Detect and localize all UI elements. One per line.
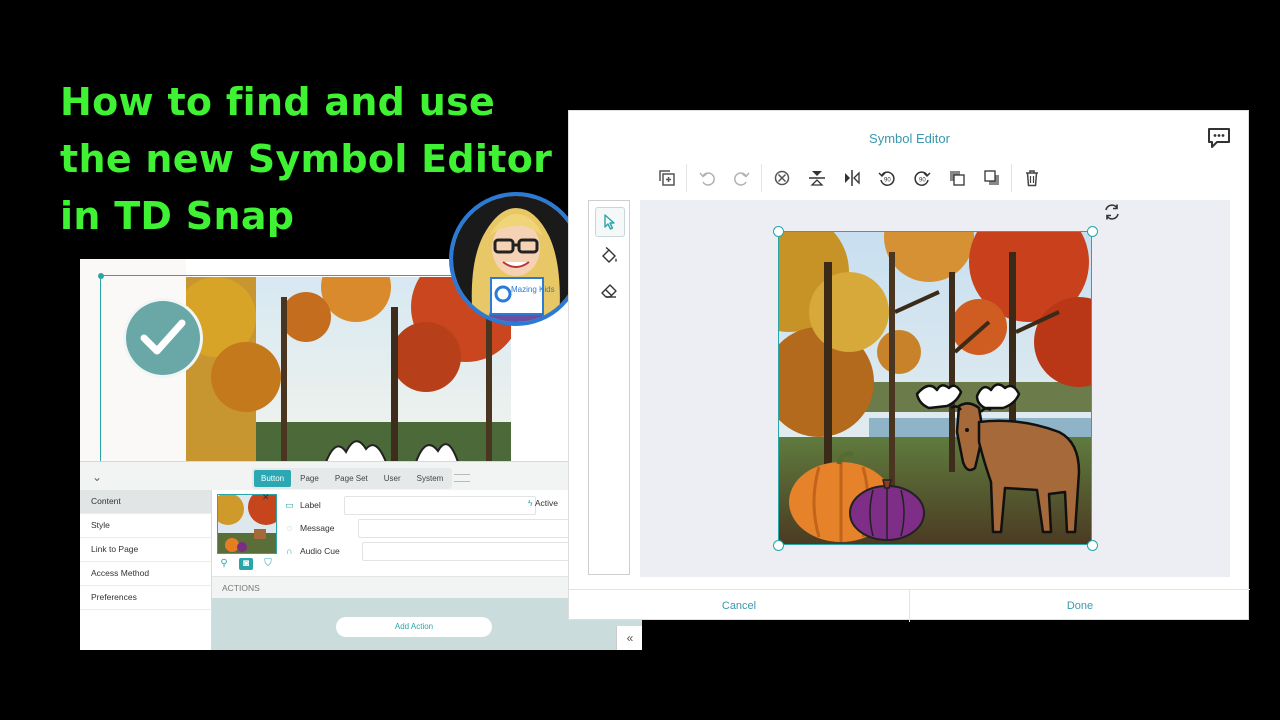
button-symbol-preview[interactable]	[186, 277, 511, 462]
tab-page-set[interactable]: Page Set	[328, 470, 375, 487]
sidebar-item-content[interactable]: Content	[80, 490, 211, 514]
rotate-handle-icon[interactable]	[1103, 203, 1121, 226]
expand-panel-icon[interactable]: «	[616, 626, 642, 650]
symbol-image[interactable]	[778, 231, 1092, 545]
resize-handle-top-left[interactable]	[773, 226, 784, 237]
audio-cue-caption: Audio Cue	[300, 546, 340, 556]
add-action-button[interactable]: Add Action	[336, 617, 492, 637]
bring-forward-icon[interactable]	[939, 163, 974, 193]
sidebar-item-preferences[interactable]: Preferences	[80, 586, 211, 610]
symbol-editor-toolbar: 90 90	[649, 163, 1049, 193]
resize-handle-top-right[interactable]	[1087, 226, 1098, 237]
tab-page[interactable]: Page	[293, 470, 326, 487]
td-snap-button-editor: ⌄ Button Page Page Set User System Conte…	[80, 259, 642, 650]
flip-vertical-icon[interactable]	[799, 163, 834, 193]
done-button[interactable]: Done	[910, 590, 1250, 622]
chat-bubble-icon[interactable]	[1207, 127, 1231, 154]
sidebar-item-style[interactable]: Style	[80, 514, 211, 538]
paint-bucket-icon[interactable]: ⛉	[262, 558, 274, 570]
remove-symbol-icon[interactable]: ✕	[262, 492, 270, 503]
speech-bubble-icon: ◌	[286, 522, 293, 533]
active-label: Active	[534, 498, 559, 508]
message-caption: Message	[300, 523, 335, 533]
selection-handle[interactable]	[98, 273, 104, 279]
redo-icon[interactable]	[724, 163, 759, 193]
lightning-icon: ϟ	[528, 498, 533, 508]
sidebar-item-link-to-page[interactable]: Link to Page	[80, 538, 211, 562]
rotate-right-icon[interactable]: 90	[904, 163, 939, 193]
paint-bucket-icon[interactable]	[595, 242, 623, 270]
resize-handle-bottom-left[interactable]	[773, 540, 784, 551]
toolbar-divider	[686, 164, 687, 192]
toolbar-divider	[1011, 164, 1012, 192]
duplicate-icon[interactable]	[649, 163, 684, 193]
headphones-icon: ∩	[286, 545, 293, 556]
svg-text:90: 90	[884, 178, 891, 184]
label-row: ▭ Label	[284, 495, 536, 515]
label-icon: ▭	[285, 499, 294, 510]
delete-icon[interactable]	[1014, 163, 1049, 193]
property-tabs: Button Page Page Set User System	[252, 468, 453, 489]
rotate-left-icon[interactable]: 90	[869, 163, 904, 193]
tab-user[interactable]: User	[377, 470, 408, 487]
symbol-canvas[interactable]	[640, 200, 1230, 577]
headline-line-2: the new Symbol Editor	[60, 137, 553, 181]
sidebar-item-access-method[interactable]: Access Method	[80, 562, 211, 586]
symbol-editor-title: Symbol Editor	[869, 131, 950, 146]
send-backward-icon[interactable]	[974, 163, 1009, 193]
camera-icon[interactable]: ◙	[239, 558, 253, 570]
headline-line-1: How to find and use	[60, 80, 496, 124]
button-properties-panel: ⌄ Button Page Page Set User System Conte…	[80, 461, 642, 650]
drag-handle-icon[interactable]	[454, 474, 470, 482]
symbol-source-icons: ⚲ ◙ ⛉	[218, 558, 274, 570]
label-field[interactable]	[344, 495, 536, 515]
svg-text:90: 90	[919, 178, 926, 184]
active-toggle[interactable]: ϟ Active	[528, 498, 558, 508]
avatar-badge-text: Mazing Kids	[511, 285, 555, 294]
teacher-avatar-icon: Mazing Kids	[449, 192, 583, 326]
tab-system[interactable]: System	[410, 470, 451, 487]
eraser-icon[interactable]	[595, 277, 623, 305]
undo-icon[interactable]	[689, 163, 724, 193]
collapse-chevron-icon[interactable]: ⌄	[92, 470, 102, 484]
check-icon	[126, 301, 200, 375]
select-pointer-icon[interactable]	[595, 207, 625, 237]
dialog-footer: Cancel Done	[569, 589, 1250, 622]
label-caption: Label	[300, 500, 321, 510]
symbol-editor-dialog: Symbol Editor 90 90 Cancel Done	[568, 110, 1250, 622]
toolbar-divider	[761, 164, 762, 192]
symbol-thumbnail[interactable]	[217, 494, 277, 554]
tab-button[interactable]: Button	[254, 470, 292, 487]
resize-handle-bottom-right[interactable]	[1087, 540, 1098, 551]
property-sidebar: Content Style Link to Page Access Method…	[80, 490, 212, 650]
cancel-button[interactable]: Cancel	[569, 590, 909, 622]
flip-horizontal-icon[interactable]	[834, 163, 869, 193]
remove-background-icon[interactable]	[764, 163, 799, 193]
search-icon[interactable]: ⚲	[218, 558, 230, 570]
selection-border-top	[100, 275, 511, 276]
selection-border-left	[100, 275, 101, 462]
drawing-tools-panel	[588, 200, 630, 575]
